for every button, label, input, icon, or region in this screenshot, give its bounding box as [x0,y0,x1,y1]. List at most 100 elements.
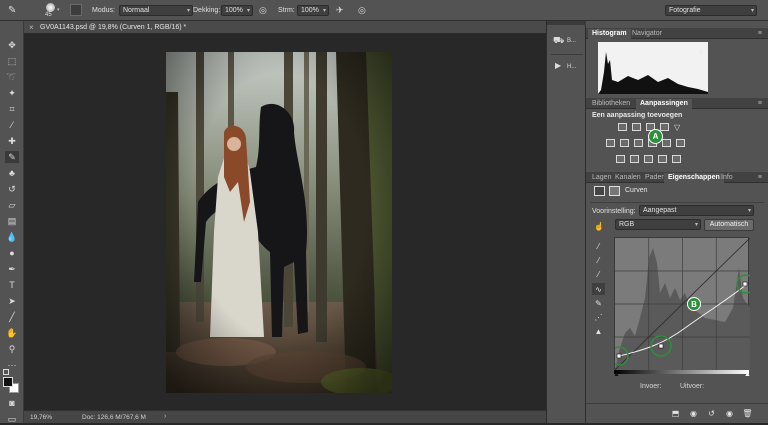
brush-preset-picker[interactable]: 45 ▾ [40,2,62,19]
panel-menu-icon[interactable]: ≡ [758,174,762,181]
flow-field[interactable]: 100% ▾ [297,5,329,16]
brush-tool-icon[interactable]: ✎ [8,5,20,16]
document-image[interactable] [166,52,392,393]
black-input-slider-icon[interactable]: ▲ [613,371,620,378]
foreground-color-swatch[interactable] [3,377,13,387]
mode-dropdown[interactable]: Normaal ▾ [119,5,193,16]
lasso-tool-icon[interactable]: ➰ [5,71,19,83]
color-lookup-icon[interactable] [676,139,685,147]
gradient-map-icon[interactable] [658,155,667,163]
white-input-slider-icon[interactable]: ▲ [744,371,751,378]
visibility-eye-icon[interactable]: ◉ [723,407,736,419]
type-tool-icon[interactable]: T [5,279,19,291]
draw-curve-icon[interactable]: ✎ [592,297,605,309]
black-white-icon[interactable] [634,139,643,147]
invert-icon[interactable] [616,155,625,163]
preset-dropdown[interactable]: Aangepast ▾ [639,205,754,216]
marker-a-label: A [652,132,659,141]
tab-channels[interactable]: Kanalen [611,173,645,183]
tab-libraries[interactable]: Bibliotheken [588,99,634,109]
dock-item-history[interactable]: ▶ H... [553,61,585,75]
blur-tool-icon[interactable]: 💧 [5,231,19,243]
path-selection-tool-icon[interactable]: ➤ [5,295,19,307]
layer-mask-icon[interactable] [609,186,620,196]
crop-tool-icon[interactable]: ⌗ [5,103,19,115]
hand-tool-icon[interactable]: ✋ [5,327,19,339]
color-balance-icon[interactable] [620,139,629,147]
channel-dropdown[interactable]: RGB ▾ [615,219,701,230]
gray-point-eyedropper-icon[interactable]: ⁄ [592,254,605,266]
pressure-size-icon[interactable]: ◎ [358,5,370,16]
white-point-eyedropper-icon[interactable]: ⁄ [592,268,605,280]
brightness-icon[interactable] [618,123,627,131]
status-bar: 19,76% Doc: 126,6 M/767,6 M › [24,410,546,423]
line-tool-icon[interactable]: ╱ [5,311,19,323]
selective-color-icon[interactable] [672,155,681,163]
clone-stamp-tool-icon[interactable]: ♣ [5,167,19,179]
posterize-icon[interactable] [630,155,639,163]
doc-size-info: Doc: 126,6 M/767,6 M [82,414,146,421]
targeted-adjust-icon[interactable]: ☝ [594,222,604,231]
reset-icon[interactable]: ↺ [705,407,718,419]
edit-points-icon[interactable]: ∿ [592,283,605,295]
quick-selection-tool-icon[interactable]: ✦ [5,87,19,99]
healing-brush-tool-icon[interactable]: ✚ [5,135,19,147]
history-brush-tool-icon[interactable]: ↺ [5,183,19,195]
curves-graph[interactable] [609,237,756,371]
tab-histogram[interactable]: Histogram [588,29,631,39]
vibrance-icon[interactable]: ▽ [674,123,683,132]
black-point-eyedropper-icon[interactable]: ⁄ [592,240,605,252]
exposure-icon[interactable] [660,123,669,131]
panel-menu-icon[interactable]: ≡ [758,30,762,37]
gradient-tool-icon[interactable]: ▤ [5,215,19,227]
marker-b-badge: B [687,297,701,311]
quick-mask-icon[interactable]: ◙ [5,397,19,409]
trash-icon[interactable]: 🗑 [741,407,754,419]
screen-mode-icon[interactable]: ▭ [5,413,19,425]
zoom-tool-icon[interactable]: ⚲ [5,343,19,355]
pen-tool-icon[interactable]: ✒ [5,263,19,275]
eyedropper-tool-icon[interactable]: ⁄ [5,119,19,131]
marquee-tool-icon[interactable]: ⬚ [5,55,19,67]
options-bar: ✎ 45 ▾ Modus: Normaal ▾ Dekking: 100% ▾ ◎ … [0,0,768,21]
opacity-field[interactable]: 100% ▾ [221,5,253,16]
clipping-warning-icon[interactable]: ▲ [592,325,605,337]
photo-forest-horse-woman [166,52,392,393]
panel-menu-icon[interactable]: ≡ [758,100,762,107]
view-previous-state-icon[interactable]: ◉ [687,407,700,419]
channel-mixer-icon[interactable] [662,139,671,147]
move-tool-icon[interactable]: ✥ [5,39,19,51]
default-colors-icon[interactable] [3,369,9,375]
eraser-tool-icon[interactable]: ▱ [5,199,19,211]
tab-info[interactable]: Info [717,173,737,183]
dock-item-brushes[interactable]: ⛟ B... [553,35,585,49]
smooth-curve-icon[interactable]: ⋰ [592,311,605,323]
document-tab[interactable]: × GV0A1143.psd @ 19,8% (Curven 1, RGB/16… [24,21,546,34]
zoom-level[interactable]: 19,76% [30,414,52,421]
close-tab-icon[interactable]: × [29,23,34,32]
brush-size-label: 45 [45,12,52,18]
levels-icon[interactable] [632,123,641,131]
brush-panel-toggle-icon[interactable] [70,4,82,16]
mode-value: Normaal [123,7,150,14]
clip-to-layer-icon[interactable]: ⬒ [669,407,682,419]
tools-panel: ✥ ⬚ ➰ ✦ ⌗ ⁄ ✚ ✎ ♣ ↺ ▱ ▤ 💧 ● ✒ T ➤ ╱ ✋ ⚲ … [0,21,24,423]
tab-adjustments[interactable]: Aanpassingen [636,99,692,109]
status-menu-arrow-icon[interactable]: › [164,413,166,420]
workspace-dropdown[interactable]: Fotografie ▾ [665,5,757,16]
hue-saturation-icon[interactable] [606,139,615,147]
airbrush-icon[interactable]: ✈ [336,5,348,16]
auto-button[interactable]: Automatisch [704,219,754,231]
tab-navigator[interactable]: Navigator [628,29,666,39]
pressure-opacity-icon[interactable]: ◎ [259,5,271,16]
dock-item-brushes-label: B... [567,38,577,44]
play-icon: ▶ [555,61,562,70]
collapsed-panel-dock: ⛟ B... ▶ H... [546,21,587,423]
marker-a-badge: A [648,129,663,144]
histogram-warning-icon[interactable]: ▲ [697,46,705,55]
input-label: Invoer: [640,383,662,390]
brush-tool-icon[interactable]: ✎ [5,151,19,163]
threshold-icon[interactable] [644,155,653,163]
tab-properties[interactable]: Eigenschappen [664,173,724,183]
dodge-tool-icon[interactable]: ● [5,247,19,259]
